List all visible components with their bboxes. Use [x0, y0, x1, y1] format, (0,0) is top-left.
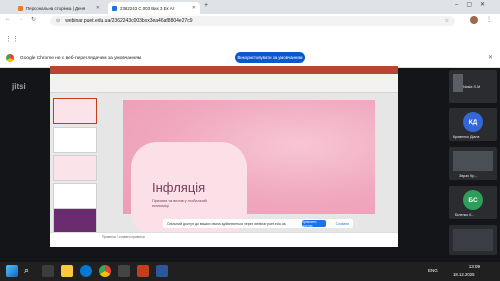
clock-date[interactable]: 18.12.2025	[453, 272, 475, 277]
menu-icon[interactable]: ⋮	[486, 16, 492, 23]
participant-name: Nasia S-M	[463, 85, 481, 89]
use-as-default-button[interactable]: Використовувати за умовчанням	[235, 52, 305, 63]
edge-icon[interactable]	[80, 265, 92, 277]
site-info-icon[interactable]: ⊙	[56, 18, 60, 24]
tab-title: 2362243 С 003 Вих 3 Ек Ат	[120, 5, 175, 11]
tab-favicon-icon	[18, 5, 23, 11]
word-icon[interactable]	[156, 265, 168, 277]
slide-title: Інфляція	[152, 180, 206, 195]
stop-sharing-button[interactable]: Зупинити доступ	[302, 220, 326, 228]
slide-thumbnail[interactable]	[53, 98, 97, 124]
url-field[interactable]: ⊙ webinar.puet.edu.ua/2362243c003bxx3ea4…	[50, 16, 455, 26]
bookmarks-bar: ⋮⋮	[0, 28, 500, 51]
forward-icon[interactable]: →	[18, 16, 24, 22]
task-view-icon[interactable]	[42, 265, 54, 277]
tab-title: Персональна сторінка | Деня	[26, 5, 86, 11]
participant-tile[interactable]: Зврах Кр...	[449, 147, 497, 180]
language-indicator[interactable]: ENG	[428, 268, 438, 273]
participant-avatar: БС	[463, 190, 483, 210]
tab-personal-page[interactable]: Персональна сторінка | Деня ✕	[14, 2, 104, 14]
participant-tile[interactable]: Nasia S-M	[449, 70, 497, 103]
slide-thumbnail[interactable]	[53, 183, 97, 209]
ppt-status-bar: Примітки / сховати примітки	[50, 232, 398, 247]
app-icon[interactable]	[118, 265, 130, 277]
bookmark-star-icon[interactable]: ☆	[445, 18, 449, 24]
participant-tile[interactable]: КД Кривенко Діана	[449, 108, 497, 141]
new-tab-icon[interactable]: +	[204, 2, 208, 9]
url-text: webinar.puet.edu.ua/2362243c003bxx3ea46a…	[65, 18, 193, 24]
chrome-logo-icon	[6, 54, 14, 62]
slide-thumbnail[interactable]	[53, 208, 97, 234]
participant-tile[interactable]: БС Біленко К...	[449, 186, 497, 219]
participant-video	[453, 229, 493, 251]
window-controls-icon[interactable]: –▢✕	[455, 1, 493, 8]
tab-favicon-icon	[112, 5, 117, 11]
participant-video	[453, 151, 493, 171]
close-icon[interactable]: ✕	[96, 5, 100, 11]
slide-subtitle: Причини та вплив у глобальній економіці	[152, 199, 207, 208]
file-explorer-icon[interactable]	[61, 265, 73, 277]
participant-name: Кривенко Діана	[453, 135, 480, 139]
profile-avatar[interactable]	[470, 16, 478, 24]
search-icon[interactable]: ⌕	[24, 265, 29, 276]
reload-icon[interactable]: ↻	[31, 16, 36, 23]
participant-name: Зврах Кр...	[459, 174, 478, 178]
notes-toggle[interactable]: Примітки / сховати примітки	[102, 235, 145, 239]
chrome-icon[interactable]	[99, 265, 111, 277]
participant-name: Біленко К...	[455, 213, 475, 217]
infobar-text: Google Chrome не є веб-переглядачем за у…	[20, 56, 142, 61]
share-notice-text: Спільний доступ до вашого вікна здійснює…	[167, 221, 286, 226]
jitsi-logo: jitsi	[12, 82, 26, 91]
powerpoint-icon[interactable]	[137, 265, 149, 277]
apps-grid-icon[interactable]: ⋮⋮	[5, 35, 19, 43]
clock-time[interactable]: 13:09	[458, 264, 480, 269]
ppt-menu-bar	[50, 66, 398, 74]
close-icon[interactable]: ✕	[488, 54, 493, 61]
windows-start-icon[interactable]	[6, 265, 18, 277]
participant-video	[453, 74, 463, 92]
participant-tile[interactable]	[449, 225, 497, 255]
slide-thumbnail[interactable]	[53, 127, 97, 153]
back-icon[interactable]: ←	[5, 16, 11, 22]
taskbar	[0, 262, 500, 281]
browser-tab-strip: Персональна сторінка | Деня ✕ 2362243 С …	[0, 0, 500, 14]
tab-webinar[interactable]: 2362243 С 003 Вих 3 Ек Ат ✕	[108, 2, 200, 14]
participant-avatar: КД	[463, 112, 483, 132]
slide-thumbnail[interactable]	[53, 155, 97, 181]
close-icon[interactable]: ✕	[192, 5, 196, 11]
hide-link[interactable]: Сховати	[336, 222, 349, 226]
